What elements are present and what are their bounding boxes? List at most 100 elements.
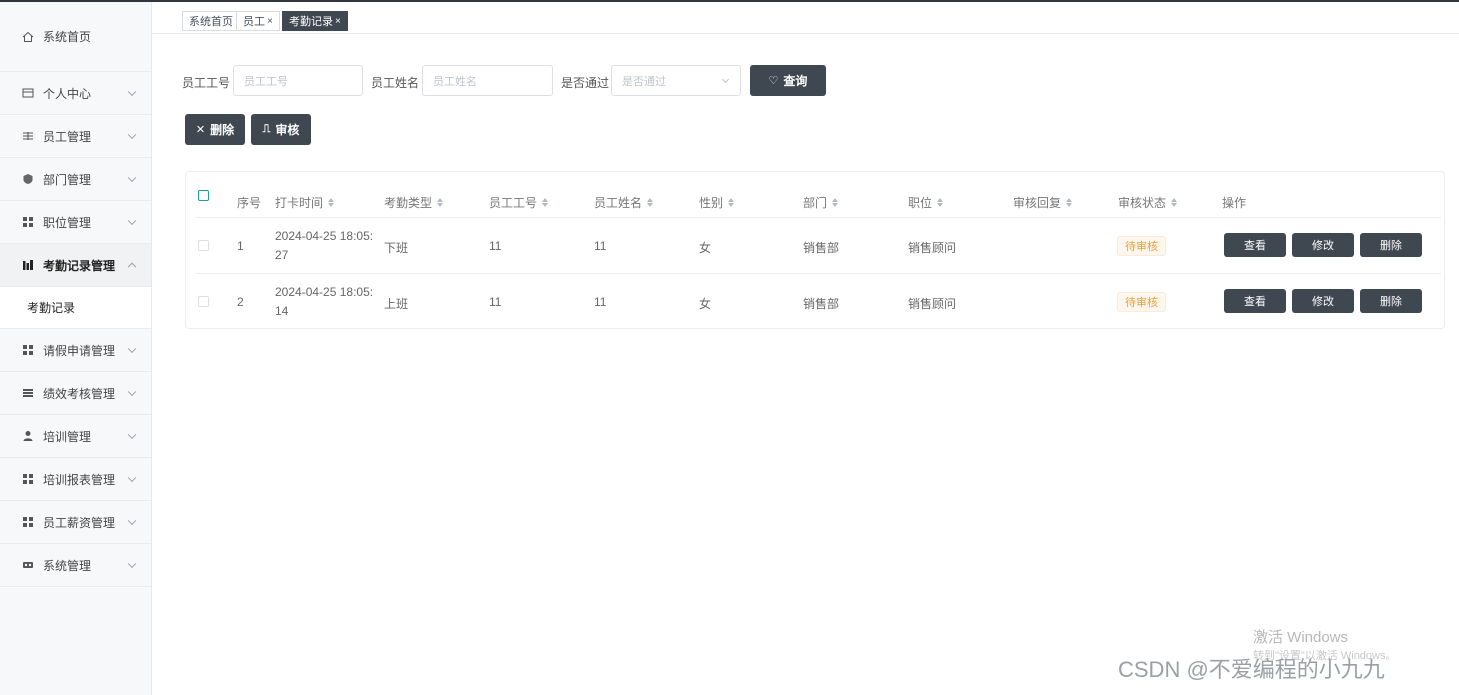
- sidebar-item-training-report[interactable]: 培训报表管理: [0, 458, 151, 501]
- cell-punch-time-cont: 14: [275, 304, 289, 318]
- close-icon[interactable]: ×: [335, 16, 341, 27]
- column-header-reply[interactable]: 审核回复: [1013, 194, 1073, 211]
- sidebar-item-label: 绩效考核管理: [43, 386, 116, 401]
- delete-button[interactable]: 删除: [1360, 233, 1422, 257]
- batch-delete-button[interactable]: ✕ 删除: [185, 114, 245, 145]
- column-header-type[interactable]: 考勤类型: [384, 194, 444, 211]
- sidebar-item-label: 系统管理: [43, 558, 92, 573]
- grid-icon: [21, 216, 34, 229]
- column-header-index: 序号: [237, 194, 261, 211]
- close-icon[interactable]: ×: [267, 16, 273, 27]
- sidebar-item-profile[interactable]: 个人中心: [0, 72, 151, 115]
- query-button[interactable]: ♡ 查询: [750, 65, 826, 96]
- sidebar-subitem-attendance-record[interactable]: 考勤记录: [0, 287, 151, 329]
- column-header-label: 职位: [908, 196, 933, 210]
- sidebar-item-position[interactable]: 职位管理: [0, 201, 151, 244]
- column-header-status[interactable]: 审核状态: [1118, 194, 1178, 211]
- row-checkbox[interactable]: [198, 296, 209, 307]
- emp-no-input[interactable]: 员工工号: [233, 65, 363, 96]
- chevron-down-icon: [127, 216, 137, 226]
- sidebar-item-department[interactable]: 部门管理: [0, 158, 151, 201]
- cell-position: 销售顾问: [908, 241, 957, 255]
- sort-icon[interactable]: [437, 198, 444, 207]
- windows-activation-watermark: 激活 Windows: [1253, 629, 1349, 646]
- person-icon: [21, 430, 34, 443]
- close-icon: ✕: [195, 124, 206, 136]
- chart-icon: [21, 259, 34, 272]
- grid-icon: [21, 473, 34, 486]
- chevron-down-icon: [127, 516, 137, 526]
- profile-icon: [21, 87, 34, 100]
- column-header-dept[interactable]: 部门: [803, 194, 839, 211]
- column-header-emp-no[interactable]: 员工工号: [489, 194, 549, 211]
- sort-icon[interactable]: [328, 198, 335, 207]
- emp-name-input[interactable]: 员工姓名: [422, 65, 553, 96]
- sort-icon[interactable]: [937, 198, 944, 207]
- cell-index: 2: [237, 295, 244, 309]
- staff-icon: [21, 130, 34, 143]
- chevron-down-icon: [127, 473, 137, 483]
- column-header-gender[interactable]: 性别: [699, 194, 735, 211]
- sidebar-item-training[interactable]: 培训管理: [0, 415, 151, 458]
- tab-home[interactable]: 系统首页: [182, 11, 240, 31]
- sidebar-item-label: 个人中心: [43, 86, 92, 101]
- cell-dept: 销售部: [803, 241, 840, 255]
- tab-label: 考勤记录: [289, 16, 333, 28]
- sidebar-subitem-label: 考勤记录: [27, 301, 76, 315]
- column-header-emp-name[interactable]: 员工姓名: [594, 194, 654, 211]
- column-header-label: 操作: [1222, 196, 1247, 210]
- edit-button[interactable]: 修改: [1292, 289, 1354, 313]
- query-button-label: 查询: [783, 74, 808, 88]
- column-header-punch-time[interactable]: 打卡时间: [275, 194, 335, 211]
- cell-type: 上班: [384, 297, 409, 311]
- sidebar-item-label: 培训报表管理: [43, 472, 116, 487]
- audit-label: 审核: [275, 123, 300, 137]
- sidebar-item-label: 考勤记录管理: [43, 258, 116, 273]
- column-header-position[interactable]: 职位: [908, 194, 944, 211]
- sort-icon[interactable]: [1066, 198, 1073, 207]
- audit-button[interactable]: ⎍ 审核: [251, 114, 311, 145]
- sort-icon[interactable]: [832, 198, 839, 207]
- sidebar-item-label: 员工薪资管理: [43, 515, 116, 530]
- sidebar-item-label: 请假申请管理: [43, 343, 116, 358]
- emp-no-placeholder: 员工工号: [244, 75, 288, 88]
- edit-button[interactable]: 修改: [1292, 233, 1354, 257]
- column-header-label: 考勤类型: [384, 196, 433, 210]
- sort-icon[interactable]: [647, 198, 654, 207]
- chevron-down-icon: [127, 559, 137, 569]
- sidebar-item-leave[interactable]: 请假申请管理: [0, 329, 151, 372]
- sidebar-item-salary[interactable]: 员工薪资管理: [0, 501, 151, 544]
- tab-attendance-record[interactable]: 考勤记录 ×: [282, 11, 348, 31]
- batch-delete-label: 删除: [210, 123, 235, 137]
- select-all-checkbox[interactable]: [198, 190, 209, 201]
- sidebar-item-label: 系统首页: [43, 30, 92, 44]
- chevron-down-icon: [127, 387, 137, 397]
- tab-staff[interactable]: 员工 ×: [236, 11, 280, 31]
- sidebar-item-attendance[interactable]: 考勤记录管理: [0, 244, 151, 287]
- cell-punch-time: 2024-04-25 18:05:: [275, 229, 374, 243]
- row-checkbox[interactable]: [198, 240, 209, 251]
- sort-icon[interactable]: [728, 198, 735, 207]
- view-button[interactable]: 查看: [1224, 233, 1286, 257]
- sidebar-item-performance[interactable]: 绩效考核管理: [0, 372, 151, 415]
- view-button[interactable]: 查看: [1224, 289, 1286, 313]
- chevron-down-icon: [127, 87, 137, 97]
- sidebar-item-home[interactable]: 系统首页: [0, 2, 151, 72]
- cell-emp-no: 11: [489, 239, 502, 253]
- sidebar-item-system[interactable]: 系统管理: [0, 544, 151, 587]
- cell-emp-name: 11: [594, 239, 607, 253]
- cell-index: 1: [237, 239, 244, 253]
- home-icon: [21, 30, 34, 43]
- column-header-label: 打卡时间: [275, 196, 324, 210]
- sidebar-item-staff[interactable]: 员工管理: [0, 115, 151, 158]
- cell-emp-no: 11: [489, 295, 502, 309]
- list-icon: [21, 387, 34, 400]
- sort-icon[interactable]: [1171, 198, 1178, 207]
- status-badge: 待审核: [1117, 236, 1166, 256]
- column-header-label: 员工姓名: [594, 196, 643, 210]
- sidebar-item-label: 员工管理: [43, 129, 92, 144]
- sort-icon[interactable]: [542, 198, 549, 207]
- passed-select[interactable]: 是否通过: [611, 65, 741, 96]
- passed-label: 是否通过: [561, 76, 610, 90]
- delete-button[interactable]: 删除: [1360, 289, 1422, 313]
